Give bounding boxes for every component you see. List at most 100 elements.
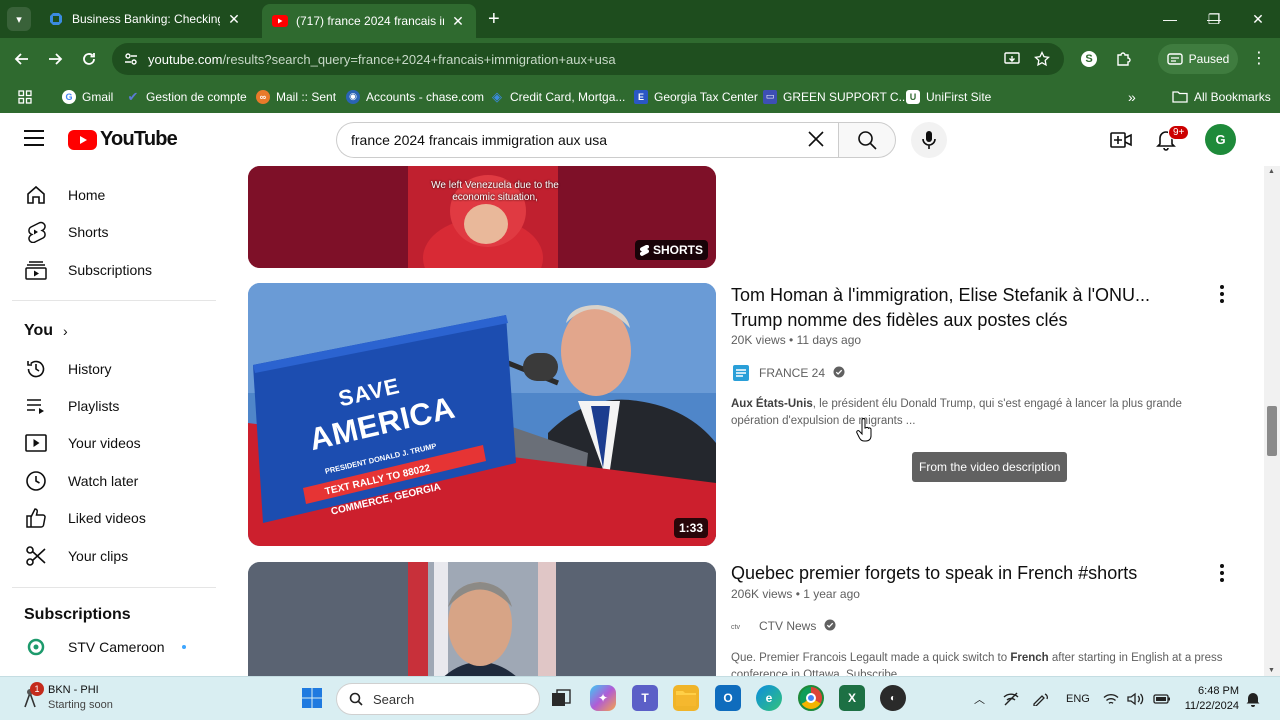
outlook-app[interactable]: O <box>715 685 741 711</box>
page-scrollbar[interactable]: ▲ ▼ <box>1264 166 1280 676</box>
shorts-icon <box>24 220 48 244</box>
bookmark-credit-card[interactable]: ◈ Credit Card, Mortga... <box>490 80 625 113</box>
sidebar-item-home[interactable]: Home <box>12 176 216 213</box>
sidebar-you-header[interactable]: You › <box>24 322 68 340</box>
clear-search-button[interactable] <box>806 129 826 154</box>
back-button[interactable] <box>9 46 35 72</box>
clock[interactable]: 6:48 PM 11/22/2024 <box>1176 684 1239 714</box>
volume-icon <box>1127 692 1144 706</box>
address-bar[interactable]: youtube.com/results?search_query=france+… <box>112 43 1064 75</box>
tab-search-button[interactable]: ▾ <box>7 7 31 31</box>
excel-app[interactable]: X <box>839 685 865 711</box>
apps-button[interactable] <box>18 80 32 113</box>
video-thumbnail[interactable]: SAVE AMERICA PRESIDENT DONALD J. TRUMP T… <box>248 283 716 546</box>
scroll-up-icon[interactable]: ▲ <box>1268 168 1275 175</box>
sidebar-item-your-clips[interactable]: Your clips <box>12 537 216 574</box>
close-icon[interactable]: ✕ <box>450 13 466 30</box>
network-tray-icon[interactable] <box>1003 677 1019 720</box>
chevron-down-icon: ▾ <box>16 13 22 26</box>
profile-paused-label: Paused <box>1188 52 1230 66</box>
scroll-down-icon[interactable]: ▼ <box>1268 667 1275 674</box>
wifi-icon <box>1103 693 1119 704</box>
bookmark-mail-sent[interactable]: ∞ Mail :: Sent <box>256 80 336 113</box>
youtube-logo[interactable]: YouTube <box>68 128 178 151</box>
france24-channel-icon <box>731 363 751 383</box>
sidebar-divider <box>12 587 216 588</box>
sidebar-item-liked-videos[interactable]: Liked videos <box>12 499 216 536</box>
media-app[interactable]: ◐ <box>880 685 906 711</box>
minimize-button[interactable]: — <box>1148 0 1192 38</box>
bookmark-chase-accounts[interactable]: ◉ Accounts - chase.com <box>346 80 484 113</box>
install-app-icon[interactable] <box>1004 43 1020 75</box>
extensions-button[interactable] <box>1110 46 1136 72</box>
search-button[interactable] <box>838 122 896 158</box>
reload-button[interactable] <box>76 46 102 72</box>
video-menu-button[interactable] <box>1214 285 1230 303</box>
bookmark-green-support[interactable]: ▭ GREEN SUPPORT C... <box>763 80 909 113</box>
file-explorer-app[interactable] <box>673 685 699 711</box>
voice-search-button[interactable] <box>911 122 947 158</box>
close-icon[interactable]: ✕ <box>226 11 242 28</box>
notification-center-button[interactable] <box>1246 677 1260 720</box>
video-title[interactable]: Quebec premier forgets to speak in Frenc… <box>731 561 1191 586</box>
channel-link[interactable]: FRANCE 24 <box>731 363 845 383</box>
bookmark-georgia-tax[interactable]: E Georgia Tax Center <box>634 80 758 113</box>
sidebar-item-history[interactable]: History <box>12 350 216 387</box>
edge-app[interactable]: e <box>756 685 782 711</box>
search-query: france 2024 francais immigration aux usa <box>351 132 608 148</box>
task-view-button[interactable] <box>548 685 574 711</box>
pen-tray-icon[interactable] <box>1032 677 1050 720</box>
bookmark-gmail[interactable]: G Gmail <box>62 80 113 113</box>
bookmark-star-icon[interactable] <box>1034 43 1050 75</box>
more-bookmarks-button[interactable]: » <box>1128 80 1136 113</box>
video-thumbnail[interactable]: We left Venezuela due to the economic si… <box>248 166 716 268</box>
profile-paused-button[interactable]: Paused <box>1158 44 1238 74</box>
video-title[interactable]: Tom Homan à l'immigration, Elise Stefani… <box>731 283 1191 333</box>
chrome-app[interactable] <box>798 685 824 711</box>
scrollbar-thumb[interactable] <box>1267 406 1277 456</box>
guide-menu-button[interactable] <box>24 130 44 151</box>
sidebar-item-playlists[interactable]: Playlists <box>12 387 216 424</box>
video-menu-button[interactable] <box>1214 564 1230 582</box>
sidebar-item-your-videos[interactable]: Your videos <box>12 424 216 461</box>
new-tab-button[interactable]: + <box>488 9 500 29</box>
sidebar-item-shorts[interactable]: Shorts <box>12 213 216 250</box>
all-bookmarks-button[interactable]: All Bookmarks <box>1172 80 1271 113</box>
sidebar-divider <box>12 300 216 301</box>
show-hidden-icons-button[interactable]: ︿ <box>974 677 985 720</box>
channel-name: CTV News <box>759 619 817 633</box>
teams-app[interactable]: T <box>632 685 658 711</box>
start-button[interactable] <box>299 685 325 711</box>
tab-youtube-search[interactable]: (717) france 2024 francais imm ✕ <box>262 4 476 38</box>
video-description: Aux États-Unis, le président élu Donald … <box>731 396 1231 430</box>
video-metadata: 20K views • 11 days ago <box>731 333 862 347</box>
restore-button[interactable]: ❐ <box>1192 0 1236 38</box>
bookmark-gestion[interactable]: ✔ Gestion de compte <box>126 80 247 113</box>
clock-icon <box>24 469 48 493</box>
search-results: We left Venezuela due to the economic si… <box>248 166 1264 676</box>
sidebar-item-watch-later[interactable]: Watch later <box>12 462 216 499</box>
browser-menu-button[interactable]: ⋮ <box>1246 46 1272 72</box>
tab-business-banking[interactable]: Business Banking: Checking, Sa ✕ <box>38 4 252 34</box>
task-view-icon <box>552 689 571 706</box>
close-window-button[interactable]: ✕ <box>1236 0 1280 38</box>
mail-icon: ∞ <box>256 89 270 104</box>
bookmark-unifirst[interactable]: U UniFirst Site <box>906 80 991 113</box>
copilot-app[interactable]: ✦ <box>590 685 616 711</box>
video-thumbnail[interactable] <box>248 562 716 676</box>
extension-s-button[interactable]: S <box>1076 46 1102 72</box>
forward-button[interactable] <box>42 46 68 72</box>
thumbnail-art <box>248 283 716 546</box>
site-info-icon[interactable] <box>124 43 138 75</box>
taskbar-search[interactable]: Search <box>336 683 540 715</box>
widgets-button[interactable]: BKN - PHI Starting soon 1 <box>22 682 113 713</box>
create-button[interactable] <box>1108 127 1134 153</box>
account-avatar[interactable]: G <box>1205 124 1236 155</box>
language-label: ENG <box>1066 693 1090 705</box>
video-metadata: 206K views • 1 year ago <box>731 587 860 601</box>
search-input[interactable]: france 2024 francais immigration aux usa <box>336 122 838 158</box>
channel-link[interactable]: ctv CTV News <box>731 616 836 636</box>
sidebar-item-subscriptions[interactable]: Subscriptions <box>12 251 216 288</box>
quick-settings-button[interactable] <box>1103 677 1171 720</box>
language-indicator[interactable]: ENG <box>1066 677 1090 720</box>
